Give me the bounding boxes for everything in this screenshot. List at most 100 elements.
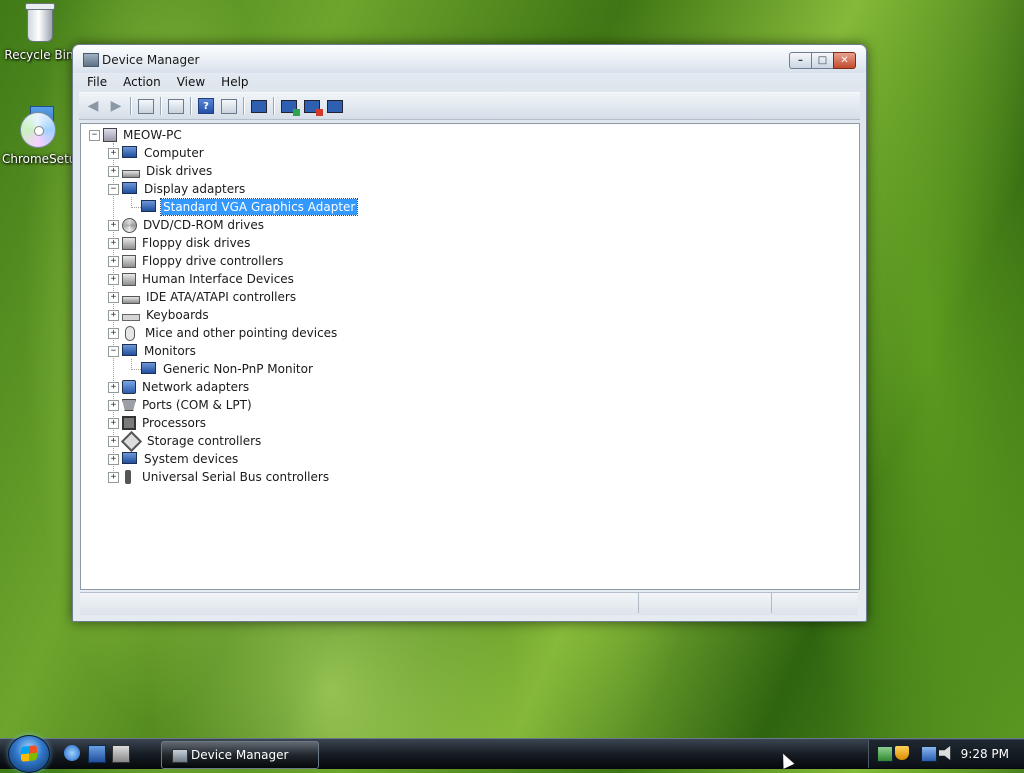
- help-button[interactable]: ?: [196, 97, 216, 115]
- tree-item-label: Display adapters: [144, 182, 246, 196]
- show-hide-console-tree-button[interactable]: [136, 97, 156, 115]
- expand-toggle-computer[interactable]: +: [108, 148, 119, 159]
- usb-icon: [125, 470, 131, 484]
- clock[interactable]: 9:28 PM: [961, 747, 1009, 761]
- show-desktop-icon[interactable]: [88, 745, 106, 763]
- desktop-icon-label: ChromeSetup: [2, 152, 84, 166]
- tree-item-floppy-drive-controllers[interactable]: Floppy drive controllers: [122, 252, 285, 270]
- disk-drive-icon: [122, 170, 140, 178]
- expand-toggle-ports[interactable]: +: [108, 400, 119, 411]
- properties-button[interactable]: [166, 97, 186, 115]
- tree-item-disk-drives[interactable]: Disk drives: [122, 162, 214, 180]
- collapse-toggle-monitors[interactable]: −: [108, 346, 119, 357]
- expand-toggle-processors[interactable]: +: [108, 418, 119, 429]
- tree-root-label: MEOW-PC: [123, 128, 182, 142]
- tree-item-ports-com-lpt[interactable]: Ports (COM & LPT): [122, 396, 254, 414]
- tree-item-processors[interactable]: Processors: [122, 414, 208, 432]
- tree-item-monitors[interactable]: Monitors: [122, 342, 198, 360]
- tree-item-computer[interactable]: Computer: [122, 144, 206, 162]
- menu-file[interactable]: File: [79, 74, 115, 92]
- menu-bar: File Action View Help: [79, 74, 860, 92]
- device-manager-window: Device Manager – □ ✕ File Action View He…: [72, 44, 867, 622]
- expand-toggle-mice[interactable]: +: [108, 328, 119, 339]
- monitor-icon: [141, 362, 156, 374]
- taskbar-button-device-manager[interactable]: Device Manager: [161, 741, 319, 769]
- expand-toggle-human-interface-devices[interactable]: +: [108, 274, 119, 285]
- update-driver-button[interactable]: [279, 97, 300, 116]
- expand-toggle-usb-controllers[interactable]: +: [108, 472, 119, 483]
- status-pane: [639, 593, 772, 613]
- toolbar-separator: [190, 97, 192, 115]
- computer-icon: [122, 146, 137, 158]
- expand-toggle-dvd-cd-rom-drives[interactable]: +: [108, 220, 119, 231]
- tree-item-ide-ata-atapi-controllers[interactable]: IDE ATA/ATAPI controllers: [122, 288, 298, 306]
- start-button[interactable]: [8, 735, 50, 773]
- tree-item-system-devices[interactable]: System devices: [122, 450, 240, 468]
- expand-toggle-disk-drives[interactable]: +: [108, 166, 119, 177]
- disable-device-icon: [327, 99, 343, 113]
- device-manager-icon: [83, 53, 99, 67]
- monitor-icon: [122, 344, 137, 356]
- display-adapter-icon: [122, 182, 137, 194]
- collapse-toggle-display-adapters[interactable]: −: [108, 184, 119, 195]
- computer-root-icon: [103, 128, 117, 142]
- tree-item-network-adapters[interactable]: Network adapters: [122, 378, 251, 396]
- status-bar: [80, 592, 858, 615]
- tree-item-floppy-disk-drives[interactable]: Floppy disk drives: [122, 234, 252, 252]
- action-pane-icon: [221, 98, 237, 114]
- device-tree-pane[interactable]: − MEOW-PC + Computer + Disk drives − Dis…: [80, 123, 860, 590]
- tree-item-storage-controllers[interactable]: Storage controllers: [120, 430, 263, 453]
- display-adapter-icon: [141, 200, 156, 212]
- expand-toggle-system-devices[interactable]: +: [108, 454, 119, 465]
- window-title: Device Manager: [102, 53, 200, 67]
- expand-toggle-ide-ata-atapi-controllers[interactable]: +: [108, 292, 119, 303]
- help-icon: ?: [198, 98, 214, 114]
- port-icon: [122, 399, 136, 411]
- maximize-button[interactable]: □: [811, 52, 834, 69]
- expand-toggle-floppy-disk-drives[interactable]: +: [108, 238, 119, 249]
- system-tray: 9:28 PM: [868, 740, 1024, 768]
- root-collapse-toggle[interactable]: −: [89, 130, 100, 141]
- tree-item-standard-vga-graphics-adapter[interactable]: Standard VGA Graphics Adapter: [141, 198, 359, 216]
- menu-action[interactable]: Action: [115, 74, 169, 92]
- tree-item-human-interface-devices[interactable]: Human Interface Devices: [122, 270, 296, 288]
- desktop-icon-chromesetup[interactable]: ChromeSetup: [2, 106, 84, 166]
- tree-item-generic-non-pnp-monitor[interactable]: Generic Non-PnP Monitor: [141, 360, 315, 378]
- menu-help[interactable]: Help: [213, 74, 256, 92]
- tree-item-label: Mice and other pointing devices: [145, 326, 338, 340]
- taskbar-button-label: Device Manager: [191, 748, 289, 762]
- back-button[interactable]: ◀: [83, 97, 103, 115]
- scan-hardware-button[interactable]: [249, 97, 269, 115]
- show-action-pane-button[interactable]: [219, 97, 239, 115]
- tree-item-dvd-cd-rom-drives[interactable]: DVD/CD-ROM drives: [122, 216, 266, 234]
- title-bar[interactable]: Device Manager – □ ✕: [73, 45, 866, 73]
- tree-item-label: IDE ATA/ATAPI controllers: [146, 290, 297, 304]
- uninstall-button[interactable]: [302, 97, 323, 116]
- internet-explorer-quicklaunch-icon[interactable]: [64, 745, 80, 761]
- network-connection-icon[interactable]: [921, 746, 937, 762]
- expand-toggle-network-adapters[interactable]: +: [108, 382, 119, 393]
- volume-muted-icon[interactable]: [939, 746, 951, 760]
- desktop-icon-recycle-bin[interactable]: Recycle Bin: [3, 2, 75, 62]
- expand-toggle-storage-controllers[interactable]: +: [108, 436, 119, 447]
- mouse-icon: [125, 325, 135, 341]
- switch-windows-icon[interactable]: [112, 745, 130, 763]
- tree-item-universal-serial-bus-controllers[interactable]: Universal Serial Bus controllers: [122, 468, 331, 486]
- network-status-icon[interactable]: [877, 746, 893, 762]
- tree-item-display-adapters[interactable]: Display adapters: [122, 180, 247, 198]
- ide-controller-icon: [122, 296, 140, 304]
- forward-button[interactable]: ▶: [106, 97, 126, 115]
- tree-root[interactable]: MEOW-PC: [103, 126, 184, 144]
- minimize-button[interactable]: –: [789, 52, 812, 69]
- disable-button[interactable]: [325, 97, 345, 115]
- expand-toggle-floppy-drive-controllers[interactable]: +: [108, 256, 119, 267]
- toolbar-separator: [160, 97, 162, 115]
- menu-view[interactable]: View: [169, 74, 213, 92]
- expand-toggle-keyboards[interactable]: +: [108, 310, 119, 321]
- tree-item-keyboards[interactable]: Keyboards: [122, 306, 211, 324]
- close-button[interactable]: ✕: [833, 52, 856, 69]
- security-shield-icon[interactable]: [895, 746, 909, 760]
- tree-item-mice-and-other-pointing-devices[interactable]: Mice and other pointing devices: [122, 324, 339, 342]
- toolbar: ◀ ▶ ?: [79, 92, 860, 120]
- installer-cd-icon: [18, 106, 58, 148]
